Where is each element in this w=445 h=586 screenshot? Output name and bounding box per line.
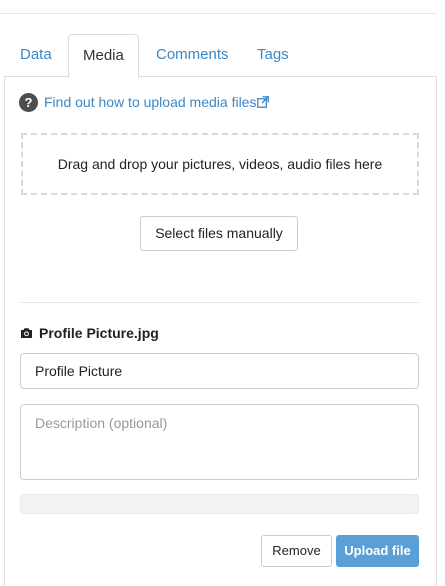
media-upload-page: Data Media Comments Tags ? Find out how … <box>0 0 445 586</box>
upload-progress-bar <box>20 494 419 514</box>
tab-comments[interactable]: Comments <box>142 34 243 77</box>
file-name: Profile Picture.jpg <box>39 325 159 341</box>
section-divider <box>20 302 419 303</box>
question-circle-icon: ? <box>19 92 38 112</box>
select-files-button[interactable]: Select files manually <box>140 216 298 251</box>
upload-help-link[interactable]: Find out how to upload media files <box>44 94 270 110</box>
camera-icon <box>21 328 32 338</box>
description-placeholder: Description (optional) <box>35 415 168 431</box>
help-row: ? Find out how to upload media files <box>19 92 270 112</box>
media-title-input[interactable]: Profile Picture <box>20 353 419 389</box>
external-link-icon <box>257 96 270 108</box>
media-description-field[interactable]: Description (optional) <box>20 404 419 480</box>
dropzone-text: Drag and drop your pictures, videos, aud… <box>57 156 383 172</box>
tab-data[interactable]: Data <box>6 34 66 77</box>
upload-file-button[interactable]: Upload file <box>336 535 419 567</box>
help-link-label: Find out how to upload media files <box>44 94 257 110</box>
tab-media[interactable]: Media <box>68 34 139 78</box>
top-divider <box>0 13 437 14</box>
tab-bar: Data Media Comments Tags <box>4 34 437 78</box>
tab-tags[interactable]: Tags <box>243 34 303 77</box>
file-dropzone[interactable]: Drag and drop your pictures, videos, aud… <box>21 133 419 195</box>
remove-button[interactable]: Remove <box>261 535 332 567</box>
file-header: Profile Picture.jpg <box>20 324 159 342</box>
